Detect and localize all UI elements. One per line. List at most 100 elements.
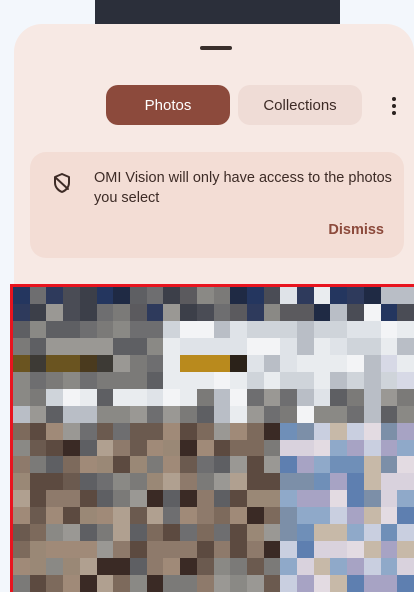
photo-thumbnail-pixel bbox=[246, 524, 264, 542]
photo-thumbnail-pixel bbox=[213, 337, 231, 355]
photo-thumbnail-pixel bbox=[146, 405, 164, 423]
photo-thumbnail-pixel bbox=[196, 456, 214, 474]
photo-thumbnail-pixel bbox=[146, 507, 164, 525]
photo-thumbnail-pixel bbox=[29, 405, 47, 423]
dismiss-button[interactable]: Dismiss bbox=[328, 222, 384, 238]
photo-thumbnail-pixel bbox=[380, 287, 398, 304]
photo-thumbnail-pixel bbox=[113, 541, 130, 559]
photo-thumbnail-pixel bbox=[246, 337, 264, 355]
photo-thumbnail-pixel bbox=[146, 354, 164, 372]
photo-thumbnail-pixel bbox=[180, 337, 197, 355]
photo-thumbnail-pixel bbox=[230, 388, 247, 406]
photo-thumbnail-pixel bbox=[263, 575, 281, 592]
photo-thumbnail-pixel bbox=[13, 558, 30, 576]
photo-thumbnail-pixel bbox=[196, 354, 214, 372]
photo-thumbnail-pixel bbox=[397, 422, 414, 440]
photo-thumbnail-pixel bbox=[129, 287, 147, 304]
photo-thumbnail-pixel bbox=[146, 456, 164, 474]
photo-thumbnail-pixel bbox=[380, 371, 398, 389]
photo-thumbnail-pixel bbox=[129, 354, 147, 372]
photo-thumbnail-pixel bbox=[246, 439, 264, 457]
photo-thumbnail-pixel bbox=[96, 287, 114, 304]
photo-thumbnail-pixel bbox=[13, 320, 30, 338]
photo-thumbnail-pixel bbox=[129, 320, 147, 338]
photo-thumbnail-pixel bbox=[29, 456, 47, 474]
photo-thumbnail-pixel bbox=[146, 558, 164, 576]
photo-thumbnail-pixel bbox=[363, 371, 381, 389]
photo-thumbnail-pixel bbox=[79, 524, 97, 542]
photo-thumbnail-pixel bbox=[297, 405, 314, 423]
photo-thumbnail-pixel bbox=[63, 456, 80, 474]
photo-thumbnail-pixel bbox=[163, 541, 181, 559]
photo-thumbnail-pixel bbox=[230, 473, 247, 491]
photo-thumbnail-pixel bbox=[96, 320, 114, 338]
photo-thumbnail-pixel bbox=[280, 303, 298, 321]
photo-thumbnail-pixel bbox=[330, 354, 348, 372]
photo-thumbnail-pixel bbox=[363, 541, 381, 559]
photo-thumbnail-pixel bbox=[230, 439, 247, 457]
more-vert-icon[interactable] bbox=[382, 94, 406, 118]
photo-thumbnail-pixel bbox=[29, 303, 47, 321]
photo-thumbnail-pixel bbox=[397, 490, 414, 508]
photo-thumbnail-pixel bbox=[230, 405, 247, 423]
photo-thumbnail-pixel bbox=[13, 388, 30, 406]
photo-thumbnail-pixel bbox=[196, 320, 214, 338]
photo-thumbnail-pixel bbox=[113, 507, 130, 525]
photo-thumbnail-pixel bbox=[196, 558, 214, 576]
photo-grid[interactable] bbox=[13, 287, 414, 592]
photo-thumbnail-pixel bbox=[263, 371, 281, 389]
photo-thumbnail-pixel bbox=[313, 490, 331, 508]
photo-thumbnail-pixel bbox=[63, 354, 80, 372]
tab-collections[interactable]: Collections bbox=[238, 85, 362, 125]
photo-thumbnail-pixel bbox=[347, 320, 364, 338]
photo-thumbnail-pixel bbox=[313, 405, 331, 423]
photo-thumbnail-pixel bbox=[230, 354, 247, 372]
photo-thumbnail-pixel bbox=[146, 439, 164, 457]
photo-thumbnail-pixel bbox=[13, 541, 30, 559]
photo-thumbnail-pixel bbox=[230, 303, 247, 321]
photo-thumbnail-pixel bbox=[163, 575, 181, 592]
photo-thumbnail-pixel bbox=[297, 287, 314, 304]
drag-handle[interactable] bbox=[200, 46, 232, 50]
photo-thumbnail-pixel bbox=[46, 490, 64, 508]
photo-thumbnail-pixel bbox=[380, 524, 398, 542]
photo-thumbnail-pixel bbox=[246, 303, 264, 321]
photo-thumbnail-pixel bbox=[397, 337, 414, 355]
photo-thumbnail-pixel bbox=[213, 456, 231, 474]
photo-thumbnail-pixel bbox=[297, 371, 314, 389]
photo-thumbnail-pixel bbox=[79, 287, 97, 304]
photo-thumbnail-pixel bbox=[263, 287, 281, 304]
photo-thumbnail-pixel bbox=[146, 524, 164, 542]
photo-thumbnail-pixel bbox=[263, 422, 281, 440]
photo-thumbnail-pixel bbox=[129, 575, 147, 592]
photo-thumbnail-pixel bbox=[246, 354, 264, 372]
photo-thumbnail-pixel bbox=[113, 524, 130, 542]
photo-thumbnail-pixel bbox=[13, 371, 30, 389]
photo-thumbnail-pixel bbox=[246, 287, 264, 304]
photo-thumbnail-pixel bbox=[146, 320, 164, 338]
photo-thumbnail-pixel bbox=[397, 507, 414, 525]
photo-thumbnail-pixel bbox=[96, 575, 114, 592]
photo-thumbnail-pixel bbox=[280, 456, 298, 474]
photo-thumbnail-pixel bbox=[263, 320, 281, 338]
photo-thumbnail-pixel bbox=[380, 558, 398, 576]
photo-thumbnail-pixel bbox=[113, 575, 130, 592]
photo-thumbnail-pixel bbox=[180, 524, 197, 542]
photo-thumbnail-pixel bbox=[363, 439, 381, 457]
photo-thumbnail-pixel bbox=[297, 303, 314, 321]
photo-thumbnail-pixel bbox=[263, 388, 281, 406]
photo-thumbnail-pixel bbox=[213, 303, 231, 321]
photo-thumbnail-pixel bbox=[79, 422, 97, 440]
photo-thumbnail-pixel bbox=[330, 490, 348, 508]
photo-thumbnail-pixel bbox=[196, 287, 214, 304]
photo-thumbnail-pixel bbox=[29, 287, 47, 304]
photo-thumbnail-pixel bbox=[79, 388, 97, 406]
photo-thumbnail-pixel bbox=[13, 405, 30, 423]
tab-photos[interactable]: Photos bbox=[106, 85, 230, 125]
photo-thumbnail-pixel bbox=[380, 507, 398, 525]
photo-thumbnail-pixel bbox=[397, 354, 414, 372]
photo-thumbnail-pixel bbox=[363, 507, 381, 525]
photo-thumbnail-pixel bbox=[129, 405, 147, 423]
photo-thumbnail-pixel bbox=[280, 473, 298, 491]
photo-thumbnail-pixel bbox=[29, 320, 47, 338]
